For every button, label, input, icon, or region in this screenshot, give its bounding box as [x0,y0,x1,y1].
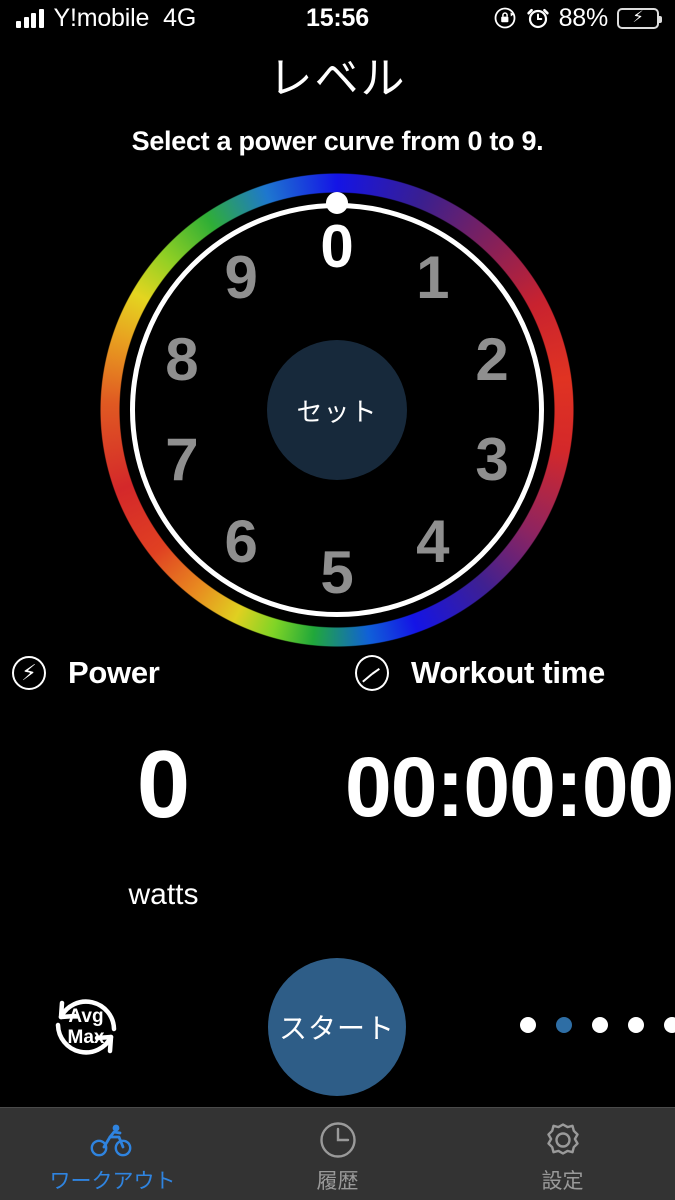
power-label: Power [68,655,160,691]
status-bar-left: Y!mobile 4G [16,4,196,33]
set-button[interactable]: セット [267,340,407,480]
page-dot-2[interactable] [556,1017,572,1033]
dial-digit-3[interactable]: 3 [457,430,527,490]
tab-history-label: 履歴 [317,1165,359,1195]
page-indicator[interactable] [520,1017,675,1033]
start-button[interactable]: スタート [268,958,406,1096]
page-dot-1[interactable] [520,1017,536,1033]
battery-charging-icon: ⚡ [617,8,659,29]
dial-digit-5[interactable]: 5 [302,543,372,603]
power-metric-header: ⚡ Power [12,655,160,691]
avg-max-toggle-button[interactable]: Avg Max [44,985,128,1069]
rotation-lock-icon [493,6,517,30]
network-type-label: 4G [163,4,196,33]
cycling-icon [90,1119,136,1161]
page-dot-4[interactable] [628,1017,644,1033]
power-unit-label: watts [96,878,231,912]
dial-digit-1[interactable]: 1 [398,248,468,308]
gear-icon [543,1119,583,1161]
clock-icon [355,655,389,691]
max-label: Max [68,1027,105,1048]
dial-digit-6[interactable]: 6 [206,512,276,572]
metrics-header-row: ⚡ Power Workout time [0,655,675,711]
battery-percent-label: 88% [559,4,608,33]
dial-knob[interactable] [326,192,348,214]
tab-history[interactable]: 履歴 [225,1108,450,1200]
avg-max-label: Avg Max [44,985,128,1069]
carrier-label: Y!mobile [54,4,150,33]
dial-digit-7[interactable]: 7 [147,430,217,490]
power-value: 0 [96,735,231,836]
workout-time-label: Workout time [411,655,605,691]
avg-label: Avg [68,1006,103,1027]
workout-time-metric-header: Workout time [355,655,605,691]
dial-digit-0[interactable]: 0 [302,217,372,277]
dial-digit-9[interactable]: 9 [206,248,276,308]
level-dial[interactable]: 01 2 3 456 7 8 9 セット [99,172,575,648]
page-dot-5[interactable] [664,1017,675,1033]
page-subtitle: Select a power curve from 0 to 9. [0,126,675,157]
tab-workout[interactable]: ワークアウト [0,1108,225,1200]
metrics-value-row: 0 00:00:00 [0,735,675,845]
tab-workout-label: ワークアウト [50,1165,176,1195]
status-bar-right: 88% ⚡ [493,4,659,33]
tab-bar: ワークアウト 履歴 設定 [0,1107,675,1200]
signal-bars-icon [16,8,44,28]
dial-digit-8[interactable]: 8 [147,330,217,390]
bolt-icon: ⚡ [12,656,46,690]
workout-time-value: 00:00:00 [345,737,673,838]
dial-digit-2[interactable]: 2 [457,330,527,390]
page-dot-3[interactable] [592,1017,608,1033]
status-bar: Y!mobile 4G 15:56 88% ⚡ [0,0,675,36]
dial-digit-4[interactable]: 4 [398,512,468,572]
clock-icon [318,1119,358,1161]
tab-settings-label: 設定 [542,1165,584,1195]
alarm-clock-icon [526,6,550,30]
tab-settings[interactable]: 設定 [450,1108,675,1200]
page-title: レベル [0,42,675,106]
